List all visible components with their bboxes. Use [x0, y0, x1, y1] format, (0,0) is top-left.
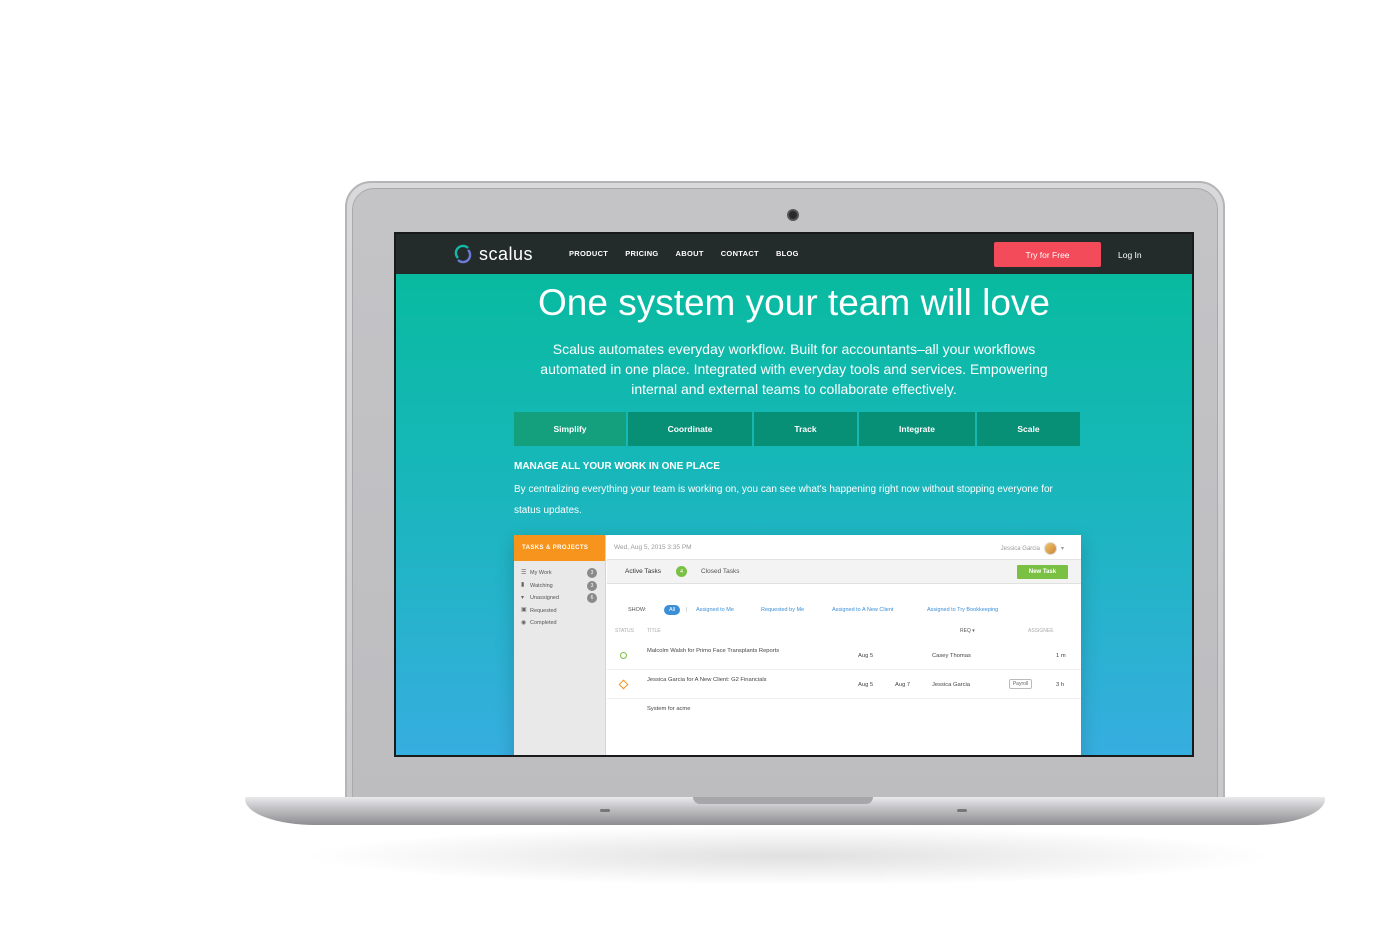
login-link[interactable]: Log In — [1118, 250, 1142, 260]
app-screenshot: TASKS & PROJECTS ☰ My Work 3 ▮ Watching … — [514, 535, 1081, 755]
avatar — [1043, 542, 1057, 555]
tab-closed-tasks[interactable]: Closed Tasks — [701, 568, 740, 575]
app-sidebar: TASKS & PROJECTS ☰ My Work 3 ▮ Watching … — [514, 535, 606, 755]
new-task-button[interactable]: New Task — [1017, 565, 1068, 579]
camera-icon — [787, 209, 799, 221]
status-open-icon — [620, 652, 627, 659]
filter-assigned-new-client[interactable]: Assigned to A New Client — [832, 607, 893, 613]
filter-assigned-to-me[interactable]: Assigned to Me — [696, 607, 734, 613]
sidebar-item-completed[interactable]: ◉ Completed — [514, 617, 605, 630]
task-date: Aug 5 — [858, 682, 874, 688]
col-status: STATUS — [615, 628, 634, 634]
table-row[interactable]: Malcolm Walsh for Primo Face Transplants… — [607, 641, 1081, 670]
filter-requested-by-me[interactable]: Requested by Me — [761, 607, 804, 613]
app-main: Wed, Aug 5, 2015 3:35 PM Jessica Garcia … — [607, 535, 1081, 755]
laptop-screen: scalus PRODUCT PRICING ABOUT CONTACT BLO… — [394, 232, 1194, 757]
section-title: MANAGE ALL YOUR WORK IN ONE PLACE — [514, 461, 720, 472]
task-date: Aug 5 — [858, 653, 874, 659]
payroll-tag: Payroll — [1009, 679, 1032, 689]
tab-simplify[interactable]: Simplify — [514, 412, 626, 446]
task-assignee: Casey Thomas — [932, 653, 971, 659]
sidebar-item-watching[interactable]: ▮ Watching 3 — [514, 580, 605, 593]
show-label: SHOW: — [628, 607, 647, 613]
logo-icon — [454, 244, 472, 264]
main-menu: PRODUCT PRICING ABOUT CONTACT BLOG — [569, 249, 799, 258]
count-badge: 6 — [587, 593, 597, 604]
active-count-badge: 4 — [676, 566, 687, 577]
chevron-down-icon: ▾ — [1060, 546, 1064, 552]
col-title: TITLE — [647, 628, 661, 634]
filter-all[interactable]: All — [664, 605, 680, 615]
nav-blog[interactable]: BLOG — [776, 249, 799, 258]
top-nav: scalus PRODUCT PRICING ABOUT CONTACT BLO… — [396, 234, 1192, 274]
logo-text: scalus — [479, 243, 534, 264]
sidebar-item-label: Completed — [530, 620, 557, 627]
nav-about[interactable]: ABOUT — [676, 249, 704, 258]
col-assignee: ASSIGNEE — [1028, 628, 1054, 634]
task-title: System for acme — [647, 706, 691, 712]
sidebar-item-label: Unassigned — [530, 595, 560, 602]
sidebar-item-label: My Work — [530, 570, 552, 577]
user-menu[interactable]: Jessica Garcia ▾ — [1001, 542, 1064, 555]
table-row[interactable]: Jessica Garcia for A New Client: G2 Fina… — [607, 670, 1081, 699]
inbox-icon: ▣ — [521, 607, 527, 614]
task-due-date: Aug 7 — [895, 682, 911, 688]
user-name: Jessica Garcia — [1000, 545, 1040, 552]
filter-assigned-try-bookkeeping[interactable]: Assigned to Try Bookkeeping — [927, 607, 998, 613]
app-date: Wed, Aug 5, 2015 3:35 PM — [614, 544, 692, 551]
hero-title: One system your team will love — [537, 282, 1050, 323]
task-title: Malcolm Walsh for Primo Face Transplants… — [647, 648, 780, 654]
try-for-free-button[interactable]: Try for Free — [994, 242, 1101, 267]
count-badge: 3 — [587, 580, 597, 591]
sidebar-header: TASKS & PROJECTS — [514, 535, 605, 561]
sidebar-item-label: Watching — [530, 582, 553, 589]
filter-icon: ▾ — [521, 594, 525, 601]
laptop-base — [245, 797, 1325, 825]
sidebar-item-requested[interactable]: ▣ Requested — [514, 605, 605, 618]
nav-product[interactable]: PRODUCT — [569, 249, 608, 258]
laptop-lid: scalus PRODUCT PRICING ABOUT CONTACT BLO… — [345, 181, 1225, 801]
status-pending-icon — [618, 679, 629, 690]
list-icon: ☰ — [521, 569, 527, 576]
nav-contact[interactable]: CONTACT — [721, 249, 759, 258]
laptop-shadow — [300, 826, 1280, 886]
bookmark-icon: ▮ — [521, 582, 525, 589]
logo[interactable]: scalus — [452, 243, 533, 265]
task-time: 1 m — [1056, 653, 1066, 659]
check-circle-icon: ◉ — [521, 619, 527, 626]
laptop-foot — [600, 809, 610, 812]
task-assignee: Jessica Garcia — [932, 682, 971, 688]
hero-subtitle: Scalus automates everyday workflow. Buil… — [540, 341, 1048, 397]
tab-coordinate[interactable]: Coordinate — [628, 412, 752, 446]
tab-track[interactable]: Track — [754, 412, 857, 446]
sidebar-item-label: Requested — [530, 607, 557, 614]
tab-integrate[interactable]: Integrate — [859, 412, 975, 446]
filter-bar: SHOW: All | Assigned to Me Requested by … — [607, 604, 1081, 618]
laptop-bezel: scalus PRODUCT PRICING ABOUT CONTACT BLO… — [352, 188, 1218, 799]
laptop-mockup: scalus PRODUCT PRICING ABOUT CONTACT BLO… — [0, 0, 1382, 926]
task-title: Jessica Garcia for A New Client: G2 Fina… — [647, 677, 767, 683]
feature-tabs: Simplify Coordinate Track Integrate Scal… — [514, 412, 1080, 446]
website: scalus PRODUCT PRICING ABOUT CONTACT BLO… — [396, 234, 1192, 755]
task-time: 3 h — [1056, 682, 1065, 688]
laptop-notch — [693, 797, 873, 804]
tab-scale[interactable]: Scale — [977, 412, 1080, 446]
col-req[interactable]: REQ ▾ — [960, 628, 975, 634]
tab-active-tasks[interactable]: Active Tasks — [625, 568, 661, 575]
nav-pricing[interactable]: PRICING — [625, 249, 658, 258]
count-badge: 3 — [587, 568, 597, 579]
laptop-foot — [957, 809, 967, 812]
section-body: By centralizing everything your team is … — [514, 484, 1053, 516]
table-row[interactable]: System for acme — [607, 699, 1081, 728]
sidebar-item-my-work[interactable]: ☰ My Work 3 — [514, 567, 605, 580]
task-tabs: Active Tasks 4 Closed Tasks New Task — [607, 560, 1081, 584]
app-header: Wed, Aug 5, 2015 3:35 PM Jessica Garcia … — [607, 535, 1081, 560]
sidebar-item-unassigned[interactable]: ▾ Unassigned 6 — [514, 592, 605, 605]
filter-divider: | — [686, 607, 688, 613]
